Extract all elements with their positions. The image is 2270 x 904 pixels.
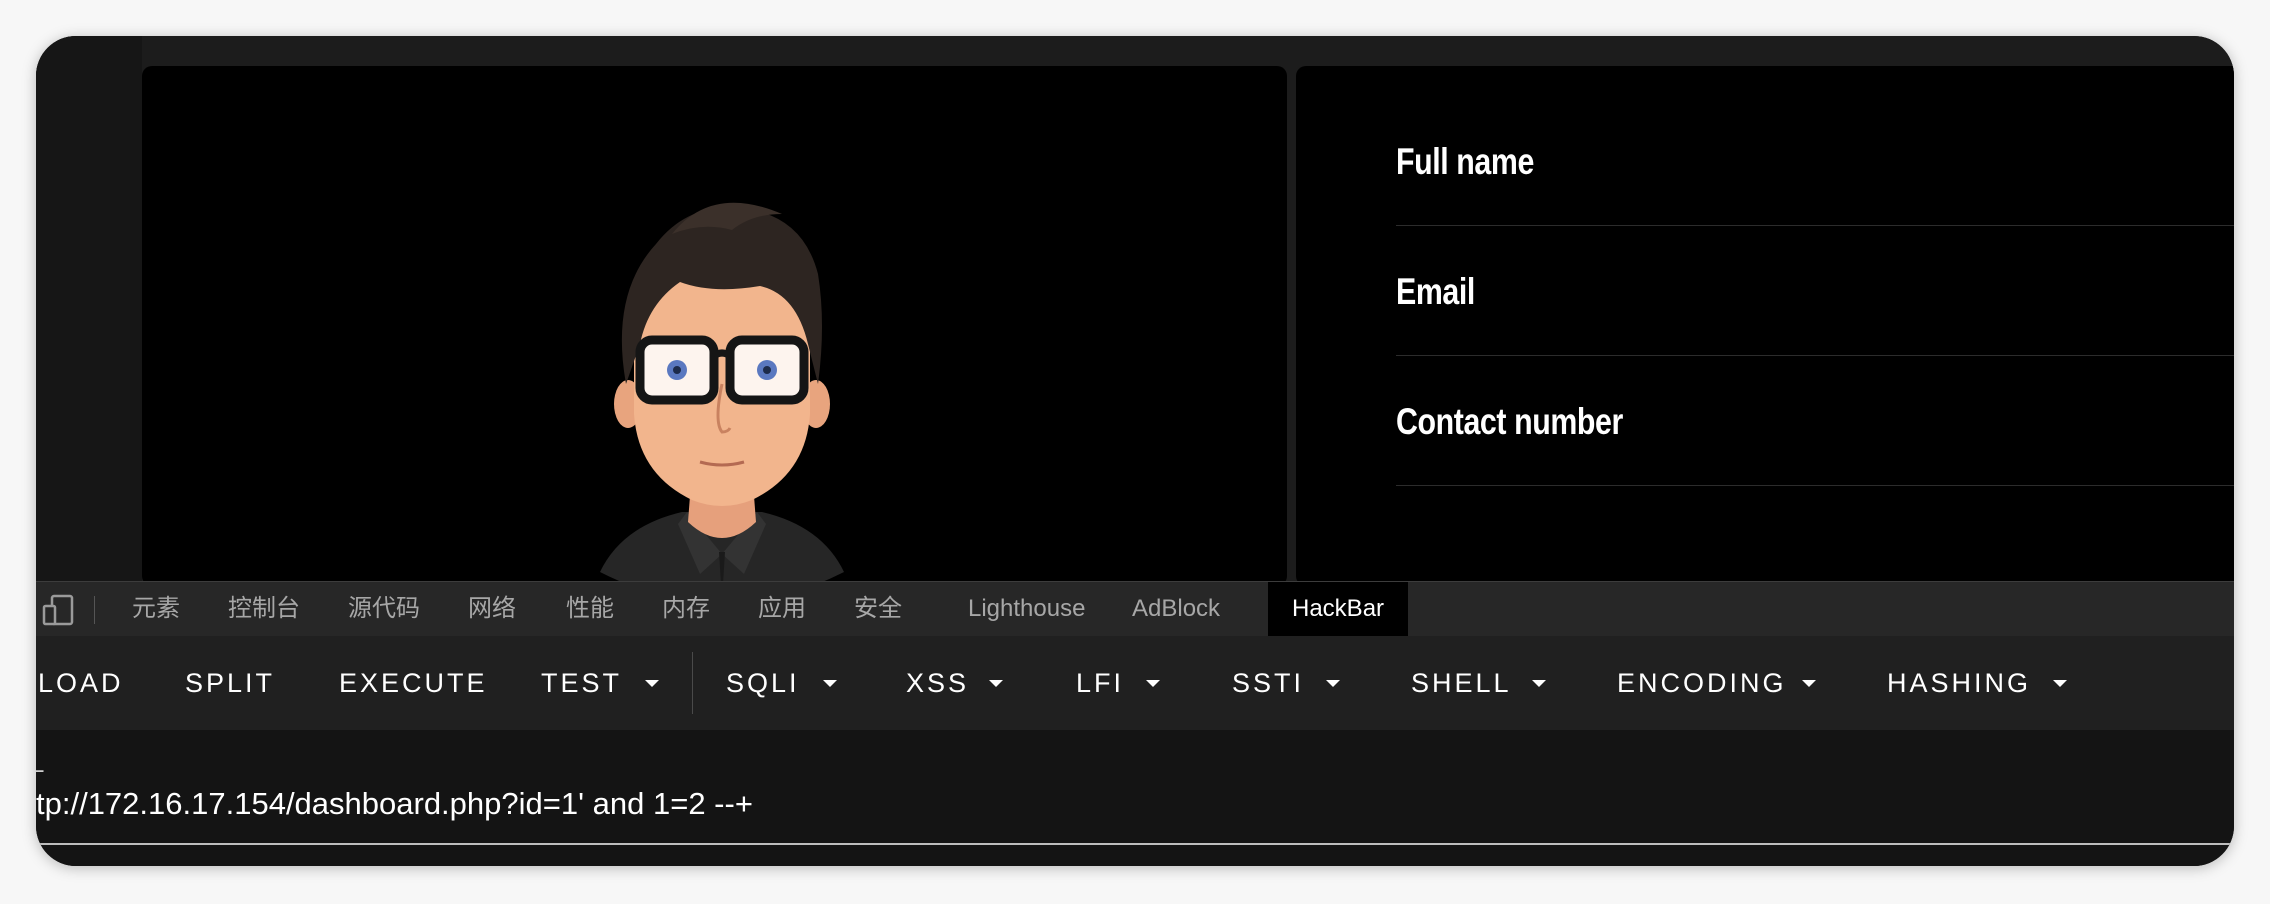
tab-network[interactable]: 网络 <box>468 582 516 636</box>
browser-window: Full name Email Contact number 元素 控制台 源代… <box>36 36 2234 866</box>
xss-chevron-down-icon[interactable] <box>989 680 1003 687</box>
url-field-label: L <box>36 752 45 777</box>
shell-menu-button[interactable]: SHELL <box>1411 636 1512 730</box>
tab-elements[interactable]: 元素 <box>132 582 180 636</box>
tab-performance[interactable]: 性能 <box>566 582 614 636</box>
tab-adblock[interactable]: AdBlock <box>1132 582 1220 636</box>
hackbar-toolbar: LOAD SPLIT EXECUTE TEST SQLI XSS LFI SST… <box>36 636 2234 730</box>
field-contact-number: Contact number <box>1396 356 2234 486</box>
field-email: Email <box>1396 226 2234 356</box>
hashing-menu-button[interactable]: HASHING <box>1887 636 2031 730</box>
sqli-menu-button[interactable]: SQLI <box>726 636 800 730</box>
field-label: Email <box>1396 271 1475 312</box>
shell-chevron-down-icon[interactable] <box>1532 680 1546 687</box>
profile-info-card: Full name Email Contact number <box>1296 66 2234 586</box>
tab-application[interactable]: 应用 <box>758 582 806 636</box>
avatar-image <box>600 202 844 594</box>
tab-hackbar[interactable]: HackBar <box>1268 582 1409 636</box>
field-label: Full name <box>1396 141 1534 182</box>
test-chevron-down-icon[interactable] <box>645 680 659 687</box>
hashing-chevron-down-icon[interactable] <box>2053 680 2067 687</box>
url-input[interactable]: tp://172.16.17.154/dashboard.php?id=1' a… <box>36 786 753 822</box>
toolbar-separator <box>692 652 693 714</box>
test-menu-button[interactable]: TEST <box>541 636 622 730</box>
encoding-chevron-down-icon[interactable] <box>1802 680 1816 687</box>
tab-console[interactable]: 控制台 <box>228 582 300 636</box>
load-button[interactable]: LOAD <box>38 636 124 730</box>
devtools-tab-bar: 元素 控制台 源代码 网络 性能 内存 应用 安全 Lighthouse AdB… <box>36 581 2234 637</box>
execute-button[interactable]: EXECUTE <box>339 636 488 730</box>
avatar-card <box>142 66 1287 594</box>
url-input-underline <box>36 843 2234 845</box>
encoding-menu-button[interactable]: ENCODING <box>1617 636 1787 730</box>
lfi-menu-button[interactable]: LFI <box>1076 636 1124 730</box>
field-full-name: Full name <box>1396 96 2234 226</box>
tab-separator <box>94 596 95 624</box>
tab-sources[interactable]: 源代码 <box>348 582 420 636</box>
lfi-chevron-down-icon[interactable] <box>1146 680 1160 687</box>
ssti-menu-button[interactable]: SSTI <box>1232 636 1304 730</box>
split-button[interactable]: SPLIT <box>185 636 275 730</box>
device-toolbar-icon[interactable] <box>42 594 76 626</box>
url-input-area[interactable]: L tp://172.16.17.154/dashboard.php?id=1'… <box>36 730 2234 866</box>
page-content: Full name Email Contact number <box>36 36 2234 594</box>
tab-lighthouse[interactable]: Lighthouse <box>968 582 1085 636</box>
sqli-chevron-down-icon[interactable] <box>823 680 837 687</box>
left-gutter <box>36 36 142 581</box>
tab-memory[interactable]: 内存 <box>662 582 710 636</box>
ssti-chevron-down-icon[interactable] <box>1326 680 1340 687</box>
field-label: Contact number <box>1396 401 1623 442</box>
tab-security[interactable]: 安全 <box>854 582 902 636</box>
xss-menu-button[interactable]: XSS <box>906 636 969 730</box>
